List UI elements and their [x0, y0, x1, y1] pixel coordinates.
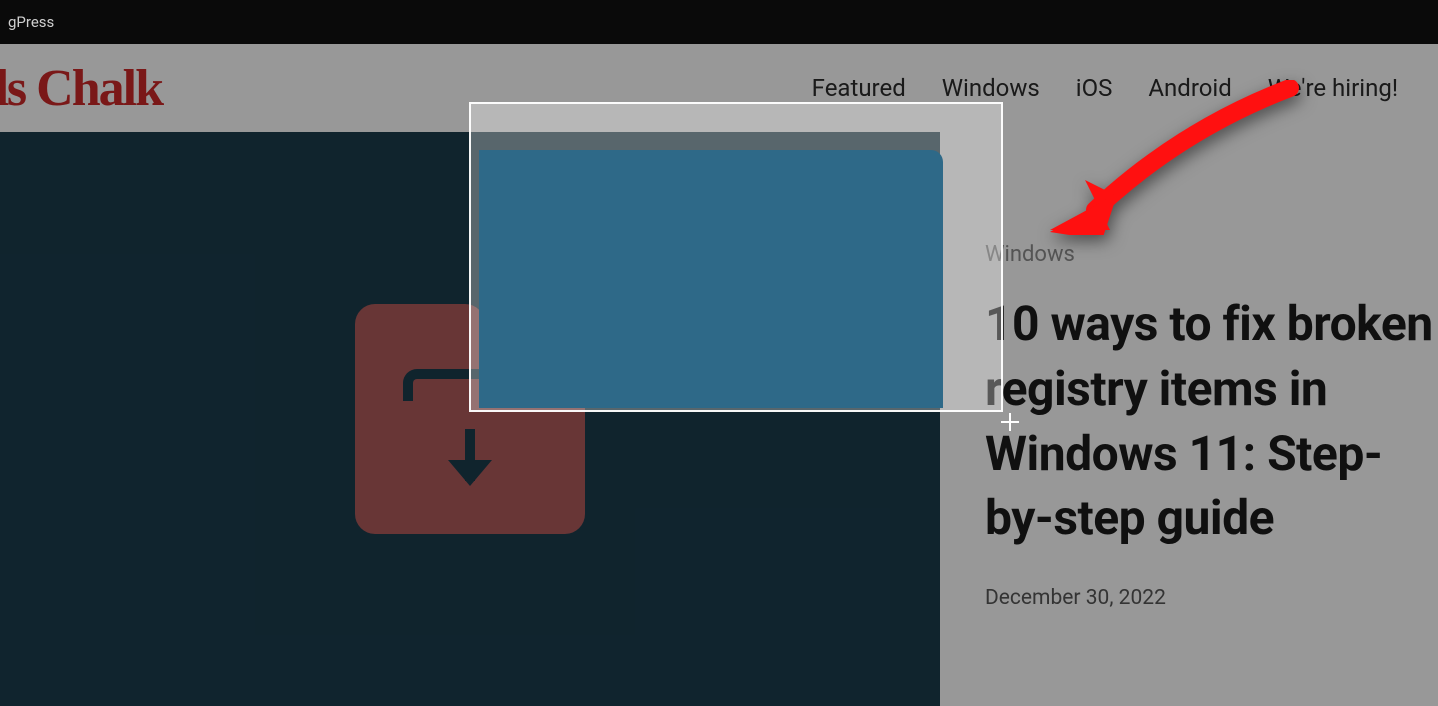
nav-ios[interactable]: iOS: [1076, 74, 1113, 102]
tab-text: gPress: [8, 13, 54, 31]
article-category[interactable]: Windows: [985, 242, 1438, 267]
site-logo[interactable]: ds Chalk: [0, 59, 162, 118]
article-meta: Windows 10 ways to fix broken registry i…: [940, 132, 1438, 706]
main-navigation: Featured Windows iOS Android We're hirin…: [812, 74, 1398, 102]
page-content: ds Chalk Featured Windows iOS Android We…: [0, 44, 1438, 706]
nav-featured[interactable]: Featured: [812, 74, 906, 102]
nav-android[interactable]: Android: [1148, 74, 1231, 102]
nav-hiring[interactable]: We're hiring!: [1268, 74, 1398, 102]
browser-top-bar: gPress: [0, 0, 1438, 44]
article-title[interactable]: 10 ways to fix broken registry items in …: [985, 292, 1438, 551]
article-date: December 30, 2022: [985, 586, 1438, 610]
article-featured-image: [0, 132, 940, 706]
folder-download-icon: [355, 304, 585, 534]
nav-windows[interactable]: Windows: [942, 74, 1040, 102]
site-header: ds Chalk Featured Windows iOS Android We…: [0, 44, 1438, 132]
article-hero: Windows 10 ways to fix broken registry i…: [0, 132, 1438, 706]
